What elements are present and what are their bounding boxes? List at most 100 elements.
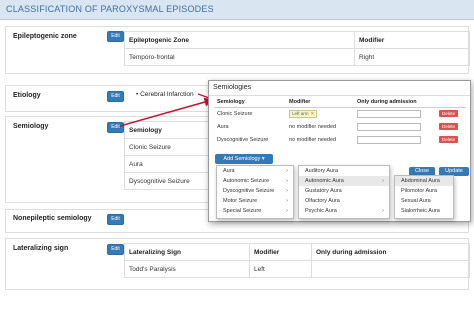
delete-button[interactable]: Delete <box>439 123 459 130</box>
table-cell: no modifier needed <box>289 123 337 130</box>
column-header: Semiology <box>124 121 214 139</box>
column-header: Epileptogenic Zone <box>124 31 355 49</box>
epileptogenic-zone-label: Epileptogenic zone <box>13 33 77 40</box>
lateralizing-sign-panel: Lateralizing sign Edit Lateralizing Sign… <box>5 238 470 290</box>
nonepileptic-semiology-label: Nonepileptic semiology <box>13 215 92 222</box>
table-cell: Delete <box>436 133 466 146</box>
table-cell: Aura <box>124 155 214 173</box>
lateralizing-sign-label: Lateralizing sign <box>13 245 69 252</box>
menu-item[interactable]: Sexual Aura <box>395 196 453 206</box>
menu-item-label: Pilomotor Aura <box>401 188 438 194</box>
column-header: Only during admission <box>354 97 436 108</box>
modifier-tag[interactable]: Left arm ✕ <box>289 109 318 118</box>
menu-item-label: Autonomic Aura <box>305 178 344 184</box>
only-during-admission-field[interactable] <box>357 122 421 131</box>
menu-item-label: Sexual Aura <box>401 198 431 204</box>
table-cell: Todd's Paralysis <box>124 260 250 278</box>
menu-item[interactable]: Gustatory Aura <box>299 186 389 196</box>
dialog-title: Semiologies <box>213 84 252 91</box>
table-cell: Dyscognitive Seizure <box>217 136 269 143</box>
menu-item[interactable]: Psychic Aura › <box>299 206 389 216</box>
column-header: Only during admission <box>311 243 470 261</box>
table-cell: Dyscognitive Seizure <box>124 172 214 190</box>
table-cell: Delete <box>436 120 466 133</box>
add-semiology-button[interactable]: Add Semiology ▾ <box>215 154 273 164</box>
list-item: • Cerebral Infarction <box>136 91 194 98</box>
chevron-right-icon: › <box>286 168 288 174</box>
modifier-tag-label: Left arm <box>292 110 309 116</box>
column-header: Semiology <box>214 97 286 108</box>
menu-item[interactable]: Autonomic Seizure › <box>217 176 293 186</box>
chevron-right-icon: › <box>286 208 288 214</box>
menu-item-label: Auditory Aura <box>305 168 339 174</box>
epileptogenic-zone-table: Epileptogenic Zone Modifier Temporo-front… <box>124 31 470 66</box>
semiology-category-menu: Aura › Autonomic Seizure › Dyscognitive Se… <box>216 165 294 219</box>
only-during-admission-field[interactable] <box>357 109 421 118</box>
table-cell: Right <box>354 48 470 66</box>
edit-etiology-button[interactable]: Edit <box>107 91 124 102</box>
page-header: CLASSIFICATION OF PAROXYSMAL EPISODES <box>0 0 474 20</box>
menu-item-label: Olfactory Aura <box>305 198 340 204</box>
edit-nonepileptic-button[interactable]: Edit <box>107 214 124 225</box>
table-row: Clonic Seizure Left arm ✕ Delete <box>214 107 466 120</box>
only-during-admission-field[interactable] <box>357 135 421 144</box>
table-cell <box>354 120 436 133</box>
menu-item[interactable]: Autonomic Aura › <box>299 176 389 186</box>
chevron-down-icon: ▾ <box>261 156 265 162</box>
menu-item[interactable]: Sialorrheic Aura <box>395 206 453 216</box>
etiology-item: Cerebral Infarction <box>140 91 194 98</box>
menu-item[interactable]: Dyscognitive Seizure › <box>217 186 293 196</box>
menu-item-label: Motor Seizure <box>223 198 258 204</box>
aura-submenu: Auditory Aura Autonomic Aura › Gustatory … <box>298 165 390 219</box>
menu-item-label: Aura <box>223 168 235 174</box>
chevron-right-icon: › <box>286 178 288 184</box>
table-cell: Delete <box>436 107 466 120</box>
column-header <box>436 97 466 108</box>
column-header: Modifier <box>286 97 354 108</box>
menu-item[interactable]: Auditory Aura <box>299 166 389 176</box>
edit-lateralizing-button[interactable]: Edit <box>107 244 124 255</box>
table-row: Aura no modifier needed Delete <box>214 120 466 133</box>
semiologies-table: Semiology Modifier Only during admission… <box>214 97 466 146</box>
delete-button[interactable]: Delete <box>439 136 459 143</box>
table-cell <box>354 133 436 146</box>
chevron-right-icon: › <box>382 178 384 184</box>
menu-item-label: Gustatory Aura <box>305 188 342 194</box>
close-icon[interactable]: ✕ <box>311 111 315 116</box>
semiology-label: Semiology <box>13 123 49 130</box>
menu-item-label: Special Seizure <box>223 208 262 214</box>
column-header: Modifier <box>354 31 470 49</box>
table-cell: Left arm ✕ <box>286 107 354 120</box>
menu-item[interactable]: Special Seizure › <box>217 206 293 216</box>
edit-epileptogenic-zone-button[interactable]: Edit <box>107 31 124 42</box>
menu-item-label: Psychic Aura <box>305 208 337 214</box>
table-cell: no modifier needed <box>289 136 337 143</box>
menu-item[interactable]: Motor Seizure › <box>217 196 293 206</box>
epileptogenic-zone-panel: Epileptogenic zone Edit Epileptogenic Zo… <box>5 26 470 74</box>
page-title: CLASSIFICATION OF PAROXYSMAL EPISODES <box>6 4 214 14</box>
menu-item-label: Sialorrheic Aura <box>401 208 440 214</box>
chevron-right-icon: › <box>286 188 288 194</box>
column-header: Modifier <box>249 243 312 261</box>
menu-item-label: Autonomic Seizure <box>223 178 270 184</box>
delete-button[interactable]: Delete <box>439 110 459 118</box>
table-cell: Aura <box>217 123 229 130</box>
chevron-right-icon: › <box>286 198 288 204</box>
table-cell: Clonic Seizure <box>124 138 214 156</box>
edit-semiology-button[interactable]: Edit <box>107 122 124 133</box>
table-row: Dyscognitive Seizure no modifier needed … <box>214 133 466 146</box>
table-cell <box>354 107 436 120</box>
menu-item-label: Dyscognitive Seizure <box>223 188 275 194</box>
menu-item-label: Abdominal Aura <box>401 178 440 184</box>
menu-item[interactable]: Aura › <box>217 166 293 176</box>
add-semiology-label: Add Semiology <box>223 156 261 162</box>
table-cell: Temporo-frontal <box>124 48 355 66</box>
table-cell <box>311 260 470 278</box>
table-cell: Clonic Seizure <box>217 110 253 117</box>
column-header: Lateralizing Sign <box>124 243 250 261</box>
menu-item[interactable]: Pilomotor Aura <box>395 186 453 196</box>
menu-item[interactable]: Olfactory Aura <box>299 196 389 206</box>
menu-item[interactable]: Abdominal Aura <box>395 176 453 186</box>
etiology-label: Etiology <box>13 92 41 99</box>
table-cell: Left <box>249 260 312 278</box>
